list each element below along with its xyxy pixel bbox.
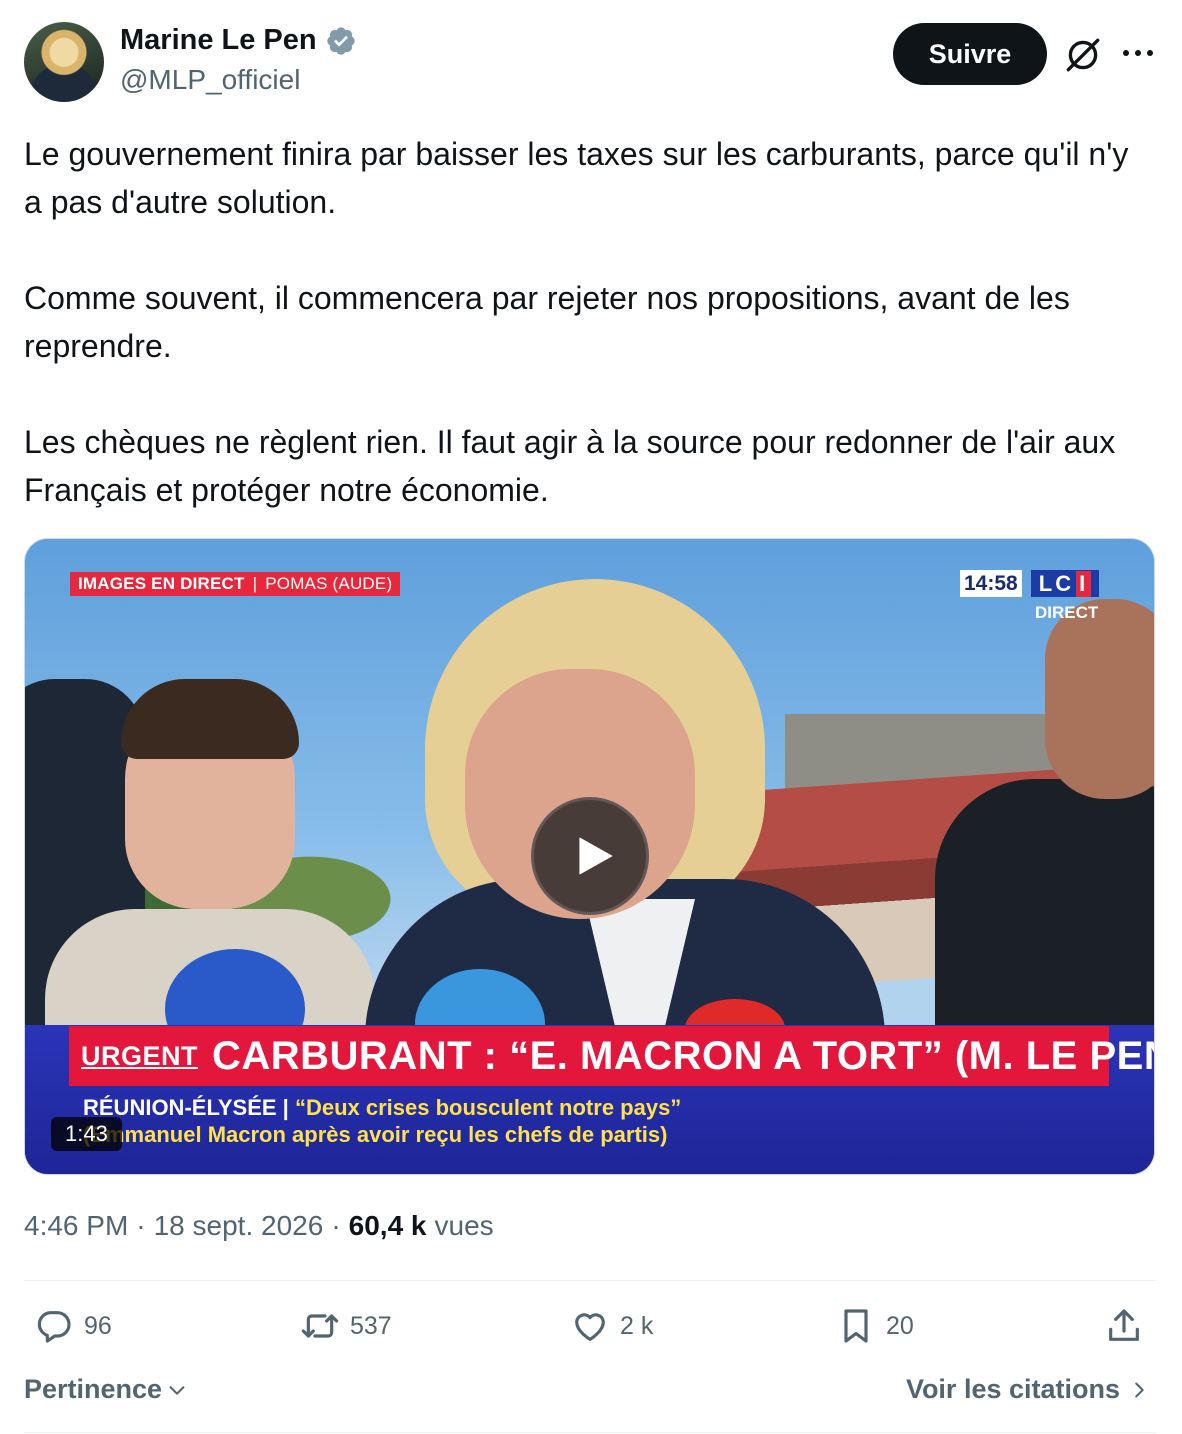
repost-count: 537 xyxy=(350,1311,392,1340)
play-button[interactable] xyxy=(531,797,649,915)
sort-dropdown[interactable]: Pertinence xyxy=(24,1374,188,1405)
bookmark-button[interactable]: 20 xyxy=(836,1306,914,1346)
verified-badge-icon xyxy=(326,26,355,55)
bookmark-count: 20 xyxy=(886,1311,914,1340)
divider xyxy=(24,1432,1157,1433)
sort-label: Pertinence xyxy=(24,1374,163,1404)
views-label: vues xyxy=(434,1210,494,1241)
bookmark-icon xyxy=(844,1309,868,1343)
repost-button[interactable]: 537 xyxy=(300,1306,392,1346)
action-bar: 96 537 2 k 20 xyxy=(24,1306,1164,1356)
tweet-text: Le gouvernement finira par baisser les t… xyxy=(24,130,1154,514)
view-quotes-link[interactable]: Voir les citations xyxy=(906,1374,1150,1405)
live-tag-label: IMAGES EN DIRECT xyxy=(78,574,245,593)
tweet-paragraph: Le gouvernement finira par baisser les t… xyxy=(24,136,1129,220)
share-icon xyxy=(1109,1309,1139,1341)
views-count: 60,4 k xyxy=(348,1210,427,1241)
chevron-down-icon xyxy=(169,1385,185,1395)
reply-button[interactable]: 96 xyxy=(34,1306,112,1346)
play-icon xyxy=(579,837,613,875)
tweet-date[interactable]: 18 sept. 2026 xyxy=(154,1210,324,1242)
like-button[interactable]: 2 k xyxy=(570,1306,653,1346)
direct-label: DIRECT xyxy=(1035,603,1099,622)
grok-icon[interactable] xyxy=(1062,34,1104,76)
broadcast-clock: 14:58 xyxy=(960,570,1022,597)
view-quotes-label: Voir les citations xyxy=(905,1374,1120,1404)
tweet-paragraph: Les chèques ne règlent rien. Il faut agi… xyxy=(24,424,1116,508)
reply-count: 96 xyxy=(84,1311,112,1340)
urgent-label: URGENT xyxy=(81,1040,198,1071)
ticker-subline-2: (Emmanuel Macron après avoir reçu les ch… xyxy=(83,1122,668,1147)
share-button[interactable] xyxy=(1104,1306,1144,1346)
tweet-meta: 4:46 PM · 18 sept. 2026 · 60,4 k vues xyxy=(24,1210,494,1242)
follow-button[interactable]: Suivre xyxy=(893,23,1047,85)
chevron-right-icon xyxy=(1135,1382,1144,1397)
author-name-row[interactable]: Marine Le Pen xyxy=(120,24,357,57)
author-handle[interactable]: @MLP_officiel xyxy=(120,64,300,96)
author-name[interactable]: Marine Le Pen xyxy=(120,24,317,57)
divider xyxy=(24,1280,1157,1281)
tweet-time[interactable]: 4:46 PM xyxy=(24,1210,128,1242)
repost-icon xyxy=(301,1314,339,1338)
channel-logo: LC I xyxy=(1031,570,1099,597)
live-tag-location: POMAS (AUDE) xyxy=(265,574,393,593)
more-options-icon[interactable] xyxy=(1118,38,1158,68)
ticker-headline: CARBURANT : “E. MACRON A TORT” (M. LE PE… xyxy=(212,1033,1155,1078)
tweet-paragraph: Comme souvent, il commencera par rejeter… xyxy=(24,280,1070,364)
heart-icon xyxy=(575,1313,605,1341)
video-duration: 1:43 xyxy=(51,1117,122,1151)
video-player[interactable]: IMAGES EN DIRECT | POMAS (AUDE) 14:58 LC… xyxy=(24,538,1155,1175)
live-tag: IMAGES EN DIRECT | POMAS (AUDE) xyxy=(70,572,401,596)
ticker-headline-bar: URGENT CARBURANT : “E. MACRON A TORT” (M… xyxy=(69,1026,1154,1086)
author-avatar[interactable] xyxy=(24,22,104,102)
like-count: 2 k xyxy=(620,1311,654,1340)
reply-icon xyxy=(37,1311,71,1343)
ticker-subline: RÉUNION-ÉLYSÉE | “Deux crises bousculent… xyxy=(83,1095,682,1120)
